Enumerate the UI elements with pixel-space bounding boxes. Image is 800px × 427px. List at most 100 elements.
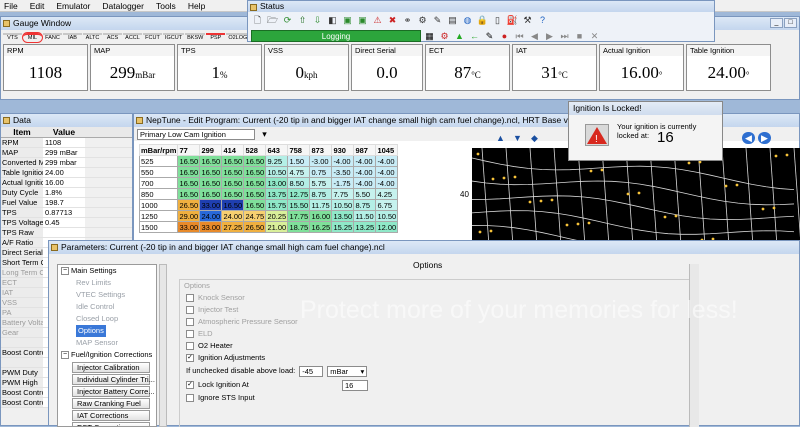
map-cell[interactable]: -4.00 (353, 166, 377, 178)
map-cell[interactable]: 16.50 (199, 177, 223, 189)
tree-item[interactable]: Injector Calibration (72, 362, 150, 373)
map-cell[interactable]: 16.50 (243, 199, 267, 211)
disable-load-input[interactable]: -45 (299, 365, 324, 377)
map-cell[interactable]: 16.50 (243, 166, 267, 178)
tree-item[interactable]: MAP Sensor (58, 337, 156, 349)
fuel-icon[interactable]: ▲ (453, 30, 466, 42)
tree-scrollbar[interactable] (159, 264, 167, 427)
map-cell[interactable]: 13.00 (265, 177, 289, 189)
option-checkbox[interactable]: ✓ (186, 354, 194, 362)
map-cell[interactable]: -4.00 (353, 155, 377, 167)
collapse-icon[interactable]: − (61, 351, 69, 359)
map-cell[interactable]: -3.00 (309, 155, 333, 167)
warning-icon[interactable]: ⚠ (371, 14, 384, 26)
menu-tools[interactable]: Tools (156, 0, 176, 11)
map-cell[interactable]: 4.75 (287, 166, 311, 178)
disable-load-unit-select[interactable]: mBar ▾ (327, 365, 368, 377)
map-cell[interactable]: 16.25 (309, 221, 333, 233)
collapse-icon[interactable]: − (61, 267, 69, 275)
options-scrollbar[interactable] (689, 264, 699, 427)
map-cell[interactable]: 16.50 (199, 188, 223, 200)
diamond-icon[interactable]: ◆ (528, 132, 541, 144)
map-cell[interactable]: 10.50 (265, 166, 289, 178)
map-cell[interactable]: 9.25 (265, 155, 289, 167)
map-cell[interactable]: 29.00 (177, 210, 201, 222)
map-cell[interactable]: 15.75 (265, 199, 289, 211)
menu-edit[interactable]: Edit (30, 0, 45, 11)
map-cell[interactable]: -4.00 (353, 177, 377, 189)
map-cell[interactable]: 8.75 (309, 188, 333, 200)
map-cell[interactable]: 10.50 (375, 210, 399, 222)
tree-item[interactable]: IAT Corrections (72, 410, 150, 421)
map-cell[interactable]: 16.50 (243, 155, 267, 167)
map-cell[interactable]: 5.50 (353, 188, 377, 200)
new-file-icon[interactable]: 🗋 (251, 14, 264, 26)
data-row[interactable]: TPS Voltage 0.45 (1, 218, 132, 228)
help-icon[interactable]: ? (536, 14, 549, 26)
map-cell[interactable]: 16.50 (177, 177, 201, 189)
minimize-button[interactable]: _ (770, 18, 783, 28)
map-cell[interactable]: 24.75 (243, 210, 267, 222)
load-column-header[interactable]: 987 (353, 144, 377, 156)
data-row[interactable]: Fuel Value 198.7 (1, 198, 132, 208)
tree-item[interactable]: − Main Settings (58, 265, 156, 277)
map-cell[interactable]: 20.25 (265, 210, 289, 222)
data-row[interactable]: Actual Ignition16.00 (1, 178, 132, 188)
map-cell[interactable]: 12.00 (375, 221, 399, 233)
menu-file[interactable]: File (4, 0, 18, 11)
dropdown-arrow-icon[interactable]: ▾ (258, 128, 271, 140)
item-column-header[interactable]: Item (1, 127, 43, 137)
map-cell[interactable]: 13.50 (331, 210, 355, 222)
fuel-icon[interactable]: ⛽ (506, 14, 519, 26)
rpm-row-header[interactable]: 525 (138, 155, 179, 167)
map-cell[interactable]: 5.75 (309, 177, 333, 189)
lock-icon[interactable]: 🔒 (476, 14, 489, 26)
chip-icon[interactable]: ▣ (356, 14, 369, 26)
forward-icon[interactable]: ▶ (758, 132, 771, 144)
map-cell[interactable]: 13.75 (265, 188, 289, 200)
map-cell[interactable]: 16.50 (243, 177, 267, 189)
arrow-down-icon[interactable]: ▼ (511, 132, 524, 144)
load-column-header[interactable]: 758 (287, 144, 311, 156)
link-icon[interactable]: ⚭ (401, 14, 414, 26)
data-row[interactable]: MAP 299 mBar (1, 148, 132, 158)
stop-icon[interactable]: ■ (573, 30, 586, 42)
map-cell[interactable]: 4.25 (375, 188, 399, 200)
map-cell[interactable]: 15.50 (287, 199, 311, 211)
rpm-row-header[interactable]: 700 (138, 177, 179, 189)
record-icon[interactable]: ● (498, 30, 511, 42)
map-cell[interactable]: 11.50 (353, 210, 377, 222)
data-row[interactable]: Duty Cycle 1.8% (1, 188, 132, 198)
tools-icon[interactable]: ⚒ (521, 14, 534, 26)
map-cell[interactable]: 12.75 (287, 188, 311, 200)
first-icon[interactable]: ⏮ (513, 30, 526, 42)
map-cell[interactable]: 16.50 (199, 166, 223, 178)
option-checkbox[interactable] (186, 306, 194, 314)
map-cell[interactable]: 16.50 (177, 166, 201, 178)
data-row[interactable]: TPS Raw (1, 228, 132, 238)
load-column-header[interactable]: 77 (177, 144, 201, 156)
download-icon[interactable]: ⇩ (311, 14, 324, 26)
map-cell[interactable]: 16.50 (221, 166, 245, 178)
rpm-row-header[interactable]: 1500 (138, 221, 179, 233)
upload-icon[interactable]: ⇧ (296, 14, 309, 26)
map-cell[interactable]: 16.50 (221, 155, 245, 167)
menu-help[interactable]: Help (188, 0, 205, 11)
menu-datalogger[interactable]: Datalogger (102, 0, 144, 11)
load-column-header[interactable]: 299 (199, 144, 223, 156)
map-cell[interactable]: 26.50 (177, 199, 201, 211)
tree-item[interactable]: ECT Corrections (72, 422, 150, 426)
map-cell[interactable]: 16.50 (177, 155, 201, 167)
map-cell[interactable]: 6.75 (375, 199, 399, 211)
map-cell[interactable]: 33.00 (177, 221, 201, 233)
map-cell[interactable]: 33.00 (199, 221, 223, 233)
prev-icon[interactable]: ◀ (528, 30, 541, 42)
ignition-locked-titlebar[interactable]: Ignition Is Locked! (569, 102, 722, 115)
map-cell[interactable]: 1.50 (287, 155, 311, 167)
rpm-row-header[interactable]: 1000 (138, 199, 179, 211)
value-column-header[interactable]: Value (43, 127, 85, 137)
rpm-row-header[interactable]: 850 (138, 188, 179, 200)
arrow-left-icon[interactable]: ← (468, 30, 481, 42)
map-cell[interactable]: -4.00 (375, 166, 399, 178)
map-cell[interactable]: 24.00 (221, 210, 245, 222)
